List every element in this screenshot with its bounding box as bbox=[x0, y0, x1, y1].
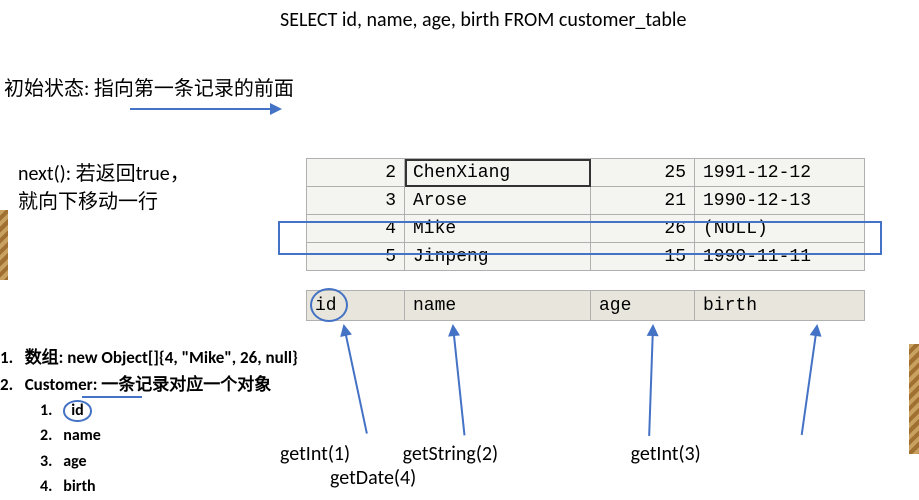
cell-age: 25 bbox=[591, 159, 695, 187]
cell-id: 3 bbox=[307, 187, 405, 215]
cell-birth: 1990-12-13 bbox=[695, 187, 865, 215]
header-birth: birth bbox=[695, 291, 865, 321]
id-circle-icon bbox=[310, 288, 348, 322]
header-name: name bbox=[405, 291, 591, 321]
id-circled-icon: id bbox=[63, 400, 92, 422]
column-header-table: id name age birth bbox=[306, 290, 865, 321]
cell-id: 2 bbox=[307, 159, 405, 187]
list-item: 1. 数组: new Object[]{4, "Mike", 26, null} bbox=[0, 346, 298, 371]
list-item-text: Customer: 一条记录对应一个对象 bbox=[25, 374, 272, 395]
method-getint3: getInt(3) bbox=[631, 442, 701, 466]
next-description: next(): 若返回true， 就向下移动一行 bbox=[18, 160, 190, 216]
next-line-2: 就向下移动一行 bbox=[18, 188, 190, 216]
method-labels: getInt(1) getString(2) getInt(3) getDate… bbox=[280, 442, 919, 490]
explanation-list: 1. 数组: new Object[]{4, "Mike", 26, null}… bbox=[0, 346, 298, 500]
decorative-edge-icon bbox=[909, 344, 919, 454]
sublist-label: name bbox=[63, 426, 101, 445]
arrow-up-icon bbox=[801, 326, 818, 435]
arrow-up-icon bbox=[648, 326, 654, 436]
arrow-up-icon bbox=[343, 326, 368, 434]
cell-name: Arose bbox=[405, 187, 591, 215]
cell-birth: 1991-12-12 bbox=[695, 159, 865, 187]
list-item-text: 数组: new Object[]{4, "Mike", 26, null} bbox=[25, 347, 298, 368]
sublist-item: 1. id bbox=[40, 399, 298, 422]
method-getdate4: getDate(4) bbox=[330, 466, 416, 490]
header-age: age bbox=[591, 291, 695, 321]
cell-age: 21 bbox=[591, 187, 695, 215]
decorative-edge-icon bbox=[0, 210, 8, 280]
current-row-pointer-icon bbox=[278, 221, 882, 255]
table-row: 3 Arose 21 1990-12-13 bbox=[307, 187, 865, 215]
table-row: 2 ChenXiang 25 1991-12-12 bbox=[307, 159, 865, 187]
sublist: 1. id 2. name 3. age 4. birth bbox=[40, 399, 298, 498]
sublist-item: 2. name bbox=[40, 424, 298, 447]
header-row: id name age birth bbox=[307, 291, 865, 321]
sublist-item: 4. birth bbox=[40, 475, 298, 498]
arrow-up-icon bbox=[452, 326, 465, 436]
sql-statement: SELECT id, name, age, birth FROM custome… bbox=[280, 8, 686, 32]
cell-name: ChenXiang bbox=[405, 159, 591, 187]
sublist-label: age bbox=[63, 452, 86, 471]
connector-line-icon bbox=[82, 396, 142, 398]
method-getstring2: getString(2) bbox=[403, 442, 498, 466]
list-item: 2. Customer: 一条记录对应一个对象 bbox=[0, 373, 298, 398]
next-line-1: next(): 若返回true， bbox=[18, 160, 190, 188]
method-getint1: getInt(1) bbox=[280, 442, 350, 466]
initial-state-text: 初始状态: 指向第一条记录的前面 bbox=[4, 72, 294, 101]
arrow-initial-icon bbox=[130, 108, 280, 110]
sublist-item: 3. age bbox=[40, 450, 298, 473]
sublist-label: birth bbox=[63, 477, 95, 496]
